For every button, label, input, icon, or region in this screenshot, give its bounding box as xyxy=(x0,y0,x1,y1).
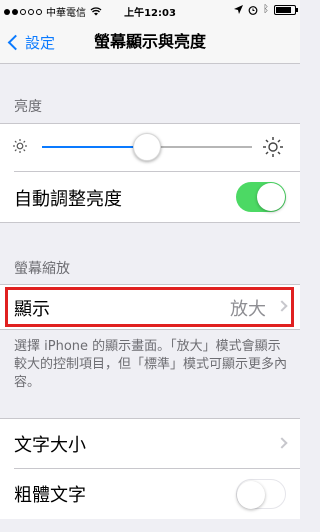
divider xyxy=(0,222,300,223)
bold-text-toggle[interactable] xyxy=(236,479,286,509)
auto-brightness-row: 自動調整亮度 xyxy=(0,172,300,222)
highlight-box xyxy=(5,287,294,327)
bold-text-row: 粗體文字 xyxy=(0,469,300,519)
location-icon xyxy=(234,5,243,14)
section-header-brightness: 亮度 xyxy=(14,99,42,115)
toggle-knob xyxy=(257,183,285,211)
brightness-high-icon xyxy=(263,137,283,157)
toggle-knob xyxy=(237,481,265,509)
status-bar: 中華電信 上午12:03 ᛒ xyxy=(0,0,300,20)
slider-thumb[interactable] xyxy=(133,133,161,161)
bold-text-label: 粗體文字 xyxy=(14,485,86,506)
brightness-low-icon xyxy=(13,139,27,153)
zoom-footer-text: 選擇 iPhone 的顯示畫面。「放大」模式會顯示較大的控制項目，但「標準」模式… xyxy=(14,339,288,390)
text-group: 文字大小 粗體文字 xyxy=(0,419,300,519)
auto-brightness-label: 自動調整亮度 xyxy=(14,189,122,210)
status-right: ᛒ xyxy=(234,4,298,15)
alarm-icon xyxy=(248,5,258,15)
section-header-zoom: 螢幕縮放 xyxy=(14,261,70,277)
bluetooth-icon: ᛒ xyxy=(263,4,269,15)
chevron-right-icon xyxy=(276,437,288,449)
page-title: 螢幕顯示與亮度 xyxy=(93,32,206,51)
text-size-label: 文字大小 xyxy=(14,435,86,456)
brightness-group: 自動調整亮度 xyxy=(0,124,300,222)
brightness-slider[interactable] xyxy=(42,130,252,164)
battery-icon xyxy=(274,4,298,15)
text-size-row[interactable]: 文字大小 xyxy=(0,419,300,468)
slider-track-filled xyxy=(42,146,147,148)
navigation-bar: 設定 螢幕顯示與亮度 xyxy=(0,20,300,64)
divider xyxy=(0,329,300,330)
slider-track-empty xyxy=(147,146,252,148)
auto-brightness-toggle[interactable] xyxy=(236,182,286,212)
